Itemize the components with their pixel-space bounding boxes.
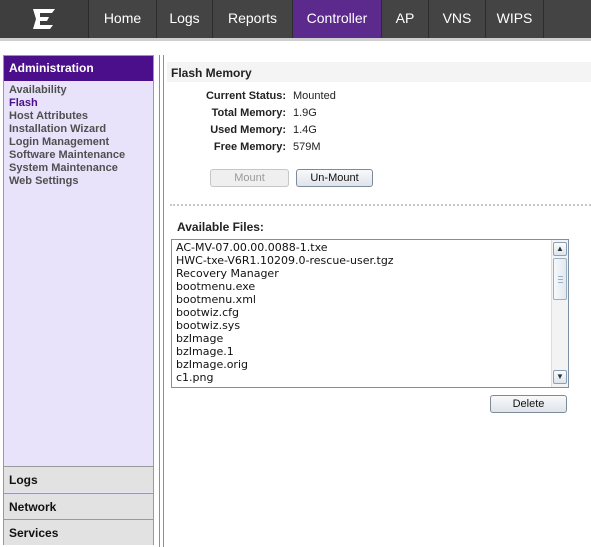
nav-tab-home[interactable]: Home: [89, 0, 157, 38]
list-item[interactable]: bzImage.orig: [176, 358, 394, 371]
sidebar-section-network[interactable]: Network: [4, 493, 153, 519]
sidebar: Administration Availability Flash Host A…: [3, 55, 154, 545]
sidebar-item-system-maintenance[interactable]: System Maintenance: [9, 162, 125, 175]
file-list-scrollbar[interactable]: ▲ ▼: [551, 240, 568, 387]
sidebar-item-login-management[interactable]: Login Management: [9, 136, 125, 149]
nav-tab-wips[interactable]: WIPS: [486, 0, 544, 38]
list-item[interactable]: HWC-txe-V6R1.10209.0-rescue-user.tgz: [176, 254, 394, 267]
nav-tab-reports[interactable]: Reports: [213, 0, 293, 38]
free-memory-label: Free Memory:: [213, 141, 286, 153]
scroll-up-icon[interactable]: ▲: [553, 242, 567, 256]
current-status-value: Mounted: [293, 90, 336, 102]
list-item[interactable]: bootmenu.xml: [176, 293, 394, 306]
nav-tab-vns[interactable]: VNS: [429, 0, 486, 38]
list-item[interactable]: bzImage.1: [176, 345, 394, 358]
mount-button[interactable]: Mount: [210, 169, 289, 187]
sidebar-section-logs[interactable]: Logs: [4, 466, 153, 492]
file-list: AC-MV-07.00.00.0088-1.txe HWC-txe-V6R1.1…: [176, 241, 394, 384]
grip-line: [558, 276, 563, 277]
used-memory-value: 1.4G: [293, 124, 317, 136]
delete-button[interactable]: Delete: [490, 395, 567, 413]
list-item[interactable]: bootwiz.sys: [176, 319, 394, 332]
scrollbar-thumb[interactable]: [553, 258, 567, 300]
list-item[interactable]: bootmenu.exe: [176, 280, 394, 293]
nav-spacer: [544, 0, 591, 38]
sidebar-links: Availability Flash Host Attributes Insta…: [9, 84, 125, 188]
sidebar-item-software-maintenance[interactable]: Software Maintenance: [9, 149, 125, 162]
sidebar-item-web-settings[interactable]: Web Settings: [9, 175, 125, 188]
list-item[interactable]: AC-MV-07.00.00.0088-1.txe: [176, 241, 394, 254]
available-files-label: Available Files:: [177, 220, 264, 234]
sidebar-header-administration[interactable]: Administration: [4, 56, 153, 81]
used-memory-label: Used Memory:: [210, 124, 286, 136]
total-memory-label: Total Memory:: [211, 107, 286, 119]
sidebar-item-host-attributes[interactable]: Host Attributes: [9, 110, 125, 123]
nav-shadow: [0, 38, 591, 41]
unmount-button[interactable]: Un-Mount: [296, 169, 373, 187]
list-item[interactable]: bootwiz.cfg: [176, 306, 394, 319]
list-item[interactable]: Recovery Manager: [176, 267, 394, 280]
top-nav-bar: Home Logs Reports Controller AP VNS WIPS: [0, 0, 591, 38]
list-item[interactable]: c1.png: [176, 371, 394, 384]
list-item[interactable]: bzImage: [176, 332, 394, 345]
page-title: Flash Memory: [171, 66, 252, 80]
sidebar-item-availability[interactable]: Availability: [9, 84, 125, 97]
free-memory-value: 579M: [293, 141, 321, 153]
nav-tab-ap[interactable]: AP: [382, 0, 429, 38]
extreme-networks-logo-icon: [33, 9, 55, 29]
nav-tab-controller[interactable]: Controller: [293, 0, 382, 38]
grip-line: [558, 282, 563, 283]
section-divider: [170, 204, 591, 206]
scroll-down-icon[interactable]: ▼: [553, 370, 567, 384]
nav-tab-logs[interactable]: Logs: [157, 0, 213, 38]
sidebar-section-services[interactable]: Services: [4, 519, 153, 545]
file-listbox[interactable]: AC-MV-07.00.00.0088-1.txe HWC-txe-V6R1.1…: [171, 239, 569, 388]
grip-line: [558, 279, 563, 280]
sidebar-item-installation-wizard[interactable]: Installation Wizard: [9, 123, 125, 136]
sidebar-item-flash[interactable]: Flash: [9, 97, 125, 110]
current-status-label: Current Status:: [205, 90, 286, 102]
panel-divider: [163, 55, 164, 547]
total-memory-value: 1.9G: [293, 107, 317, 119]
panel-divider: [159, 55, 160, 547]
logo[interactable]: [0, 0, 89, 38]
